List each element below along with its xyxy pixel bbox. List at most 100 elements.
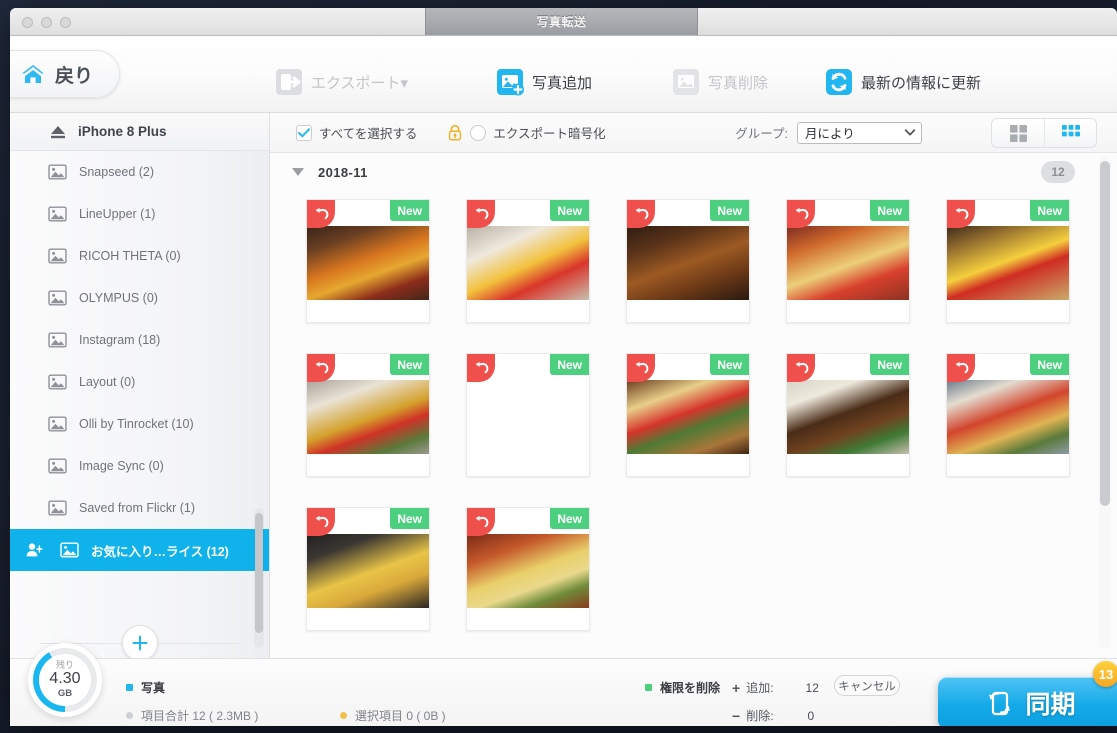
export-button-label: エクスポート▾ xyxy=(311,74,409,92)
photo-cell[interactable]: New xyxy=(946,353,1070,477)
select-all-checkbox[interactable] xyxy=(296,124,312,141)
undo-badge[interactable] xyxy=(787,354,815,382)
photo-group-header[interactable]: 2018-11 xyxy=(270,153,1117,191)
photo-thumbnail xyxy=(467,226,589,300)
window-traffic-lights[interactable] xyxy=(22,17,71,28)
status-bar: 残り 4.30 GB 写真 項目合計 12 ( 2.3MB ) 選択項目 0 (… xyxy=(10,643,1117,726)
device-header[interactable]: iPhone 8 Plus xyxy=(10,113,269,151)
legend-selected-swatch xyxy=(340,712,347,719)
photo-cell[interactable]: New xyxy=(306,507,430,631)
photo-cell[interactable]: New xyxy=(466,507,590,631)
undo-badge[interactable] xyxy=(627,354,655,382)
add-count-value: 12 xyxy=(805,680,819,695)
select-all-control[interactable]: すべてを選択する xyxy=(296,123,417,142)
minimize-button[interactable] xyxy=(41,17,52,28)
legend-photo-swatch xyxy=(126,684,133,691)
export-button[interactable]: エクスポート▾ xyxy=(272,65,408,99)
photo-cell[interactable]: New xyxy=(626,353,750,477)
photo-group-title: 2018-11 xyxy=(318,164,368,180)
select-all-label: すべてを選択する xyxy=(319,127,418,141)
album-icon xyxy=(48,206,67,222)
sidebar-item-0[interactable]: Snapseed (2) xyxy=(10,151,269,193)
new-badge: New xyxy=(550,354,589,375)
sidebar-item-2[interactable]: RICOH THETA (0) xyxy=(10,235,269,277)
photo-cell[interactable]: New xyxy=(626,199,750,323)
photo-cell[interactable]: New xyxy=(466,353,590,477)
sidebar: iPhone 8 Plus Snapseed (2) LineUpper (1) R… xyxy=(10,113,270,658)
undo-icon xyxy=(315,207,328,220)
undo-badge[interactable] xyxy=(627,200,655,228)
lock-icon xyxy=(449,124,462,141)
photo-cell[interactable]: New xyxy=(466,199,590,323)
sidebar-scrollbar-thumb[interactable] xyxy=(255,513,263,633)
grid-small-icon xyxy=(1061,125,1080,137)
sidebar-item-9[interactable]: お気に入り…ライス (12) xyxy=(10,529,269,571)
grid-large-view-button[interactable] xyxy=(992,119,1044,147)
photo-cell[interactable]: New xyxy=(946,199,1070,323)
main-toolbar: 戻り エクスポート▾ 写真追加 写真削除 最新の情報に更新 xyxy=(10,36,1117,113)
home-icon xyxy=(22,65,44,83)
undo-badge[interactable] xyxy=(307,200,335,228)
cancel-button[interactable]: キャンセル xyxy=(834,675,900,696)
add-album-button[interactable] xyxy=(121,625,158,658)
photo-thumbnail xyxy=(627,226,749,300)
undo-badge[interactable] xyxy=(307,354,335,382)
maximize-button[interactable] xyxy=(60,17,71,28)
sidebar-item-6[interactable]: Olli by Tinrocket (10) xyxy=(10,403,269,445)
sidebar-item-8[interactable]: Saved from Flickr (1) xyxy=(10,487,269,529)
undo-badge[interactable] xyxy=(467,354,495,382)
sidebar-item-5[interactable]: Layout (0) xyxy=(10,361,269,403)
group-select[interactable]: 月により xyxy=(797,121,922,144)
collapse-triangle-icon[interactable] xyxy=(292,168,304,176)
sync-button[interactable]: 同期 xyxy=(938,677,1117,726)
add-count-row: + 追加: 12 xyxy=(732,679,819,696)
legend-permission: 権限を削除 xyxy=(645,679,720,696)
encrypt-export-control[interactable]: エクスポート暗号化 xyxy=(447,123,606,142)
sidebar-item-3[interactable]: OLYMPUS (0) xyxy=(10,277,269,319)
sidebar-item-7[interactable]: Image Sync (0) xyxy=(10,445,269,487)
undo-badge[interactable] xyxy=(467,508,495,536)
album-icon xyxy=(48,500,67,516)
undo-badge[interactable] xyxy=(947,354,975,382)
delete-photo-button[interactable]: 写真削除 xyxy=(669,65,768,99)
group-select-value: 月により xyxy=(805,127,855,141)
photo-thumbnail xyxy=(787,380,909,454)
group-control: グループ: 月により xyxy=(735,121,922,144)
close-button[interactable] xyxy=(22,17,33,28)
undo-badge[interactable] xyxy=(947,200,975,228)
photo-cell[interactable]: New xyxy=(786,199,910,323)
sidebar-item-label: Olli by Tinrocket (10) xyxy=(79,417,194,431)
window-tab-title[interactable]: 写真転送 xyxy=(425,8,698,35)
new-badge: New xyxy=(390,200,429,221)
sidebar-item-1[interactable]: LineUpper (1) xyxy=(10,193,269,235)
photo-cell[interactable]: New xyxy=(306,199,430,323)
photo-scrollbar-thumb[interactable] xyxy=(1100,161,1110,506)
encrypt-export-checkbox[interactable] xyxy=(470,124,487,141)
sidebar-item-4[interactable]: Instagram (18) xyxy=(10,319,269,361)
legend-total: 項目合計 12 ( 2.3MB ) xyxy=(126,707,258,724)
undo-badge[interactable] xyxy=(467,200,495,228)
photo-cell[interactable]: New xyxy=(306,353,430,477)
storage-unit: GB xyxy=(57,688,73,700)
undo-badge[interactable] xyxy=(307,508,335,536)
legend-total-swatch xyxy=(126,712,133,719)
grid-small-view-button[interactable] xyxy=(1044,119,1096,147)
app-window: 写真転送 戻り エクスポート▾ 写真追加 写真削除 最新の情報に更新 iPhon… xyxy=(10,8,1117,726)
add-photo-icon xyxy=(497,69,524,96)
add-count-label: 追加: xyxy=(746,681,774,695)
sidebar-item-label: LineUpper (1) xyxy=(79,207,156,221)
new-badge: New xyxy=(1030,354,1069,375)
eject-icon[interactable] xyxy=(50,125,66,139)
legend-photo-label: 写真 xyxy=(141,681,166,695)
undo-icon xyxy=(475,515,488,528)
back-button[interactable]: 戻り xyxy=(10,50,120,98)
undo-badge[interactable] xyxy=(787,200,815,228)
window-titlebar: 写真転送 xyxy=(10,8,1117,36)
sync-count-badge: 13 xyxy=(1093,661,1117,687)
new-badge: New xyxy=(550,200,589,221)
sidebar-item-label: Image Sync (0) xyxy=(79,459,164,473)
sidebar-album-list: Snapseed (2) LineUpper (1) RICOH THETA (0)… xyxy=(10,151,269,611)
refresh-button[interactable]: 最新の情報に更新 xyxy=(822,65,981,99)
add-photo-button[interactable]: 写真追加 xyxy=(493,65,592,99)
photo-cell[interactable]: New xyxy=(786,353,910,477)
